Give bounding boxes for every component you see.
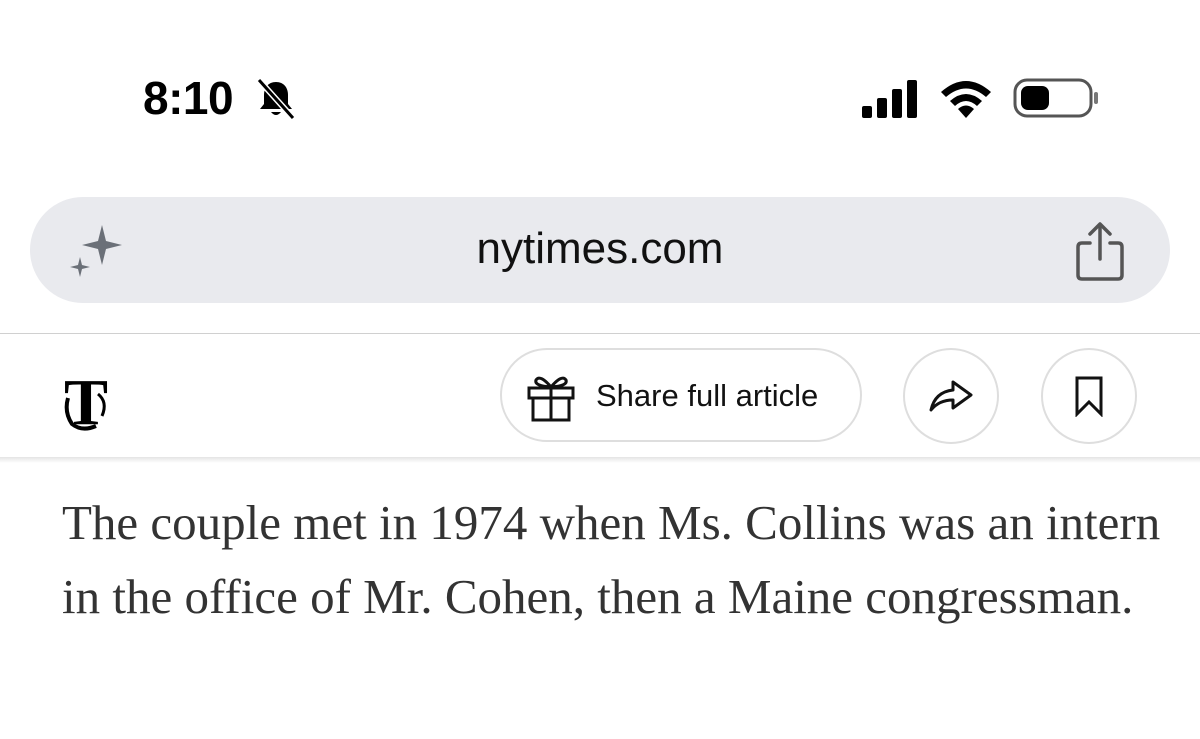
cellular-signal-icon [862,80,917,118]
bookmark-button[interactable] [1041,348,1137,444]
bookmark-icon [1075,376,1103,417]
share-arrow-icon [929,380,973,412]
toolbar-shadow [0,457,1200,463]
article-paragraph: The couple met in 1974 when Ms. Collins … [62,495,1161,624]
bell-slash-icon [256,77,296,121]
wifi-icon [941,81,991,118]
article-toolbar: T Share full article [0,334,1200,458]
share-button[interactable] [903,348,999,444]
battery-icon [1013,78,1098,118]
address-bar[interactable]: nytimes.com [30,197,1170,303]
status-time: 8:10 [143,72,234,124]
status-bar: 8:10 [0,0,1200,190]
share-full-article-button[interactable]: Share full article [500,348,862,442]
share-full-article-label: Share full article [596,378,819,413]
url-text[interactable]: nytimes.com [30,223,1170,275]
share-sheet-icon[interactable] [1070,219,1130,283]
gift-icon [527,376,575,422]
nyt-logo[interactable]: T [58,368,114,434]
